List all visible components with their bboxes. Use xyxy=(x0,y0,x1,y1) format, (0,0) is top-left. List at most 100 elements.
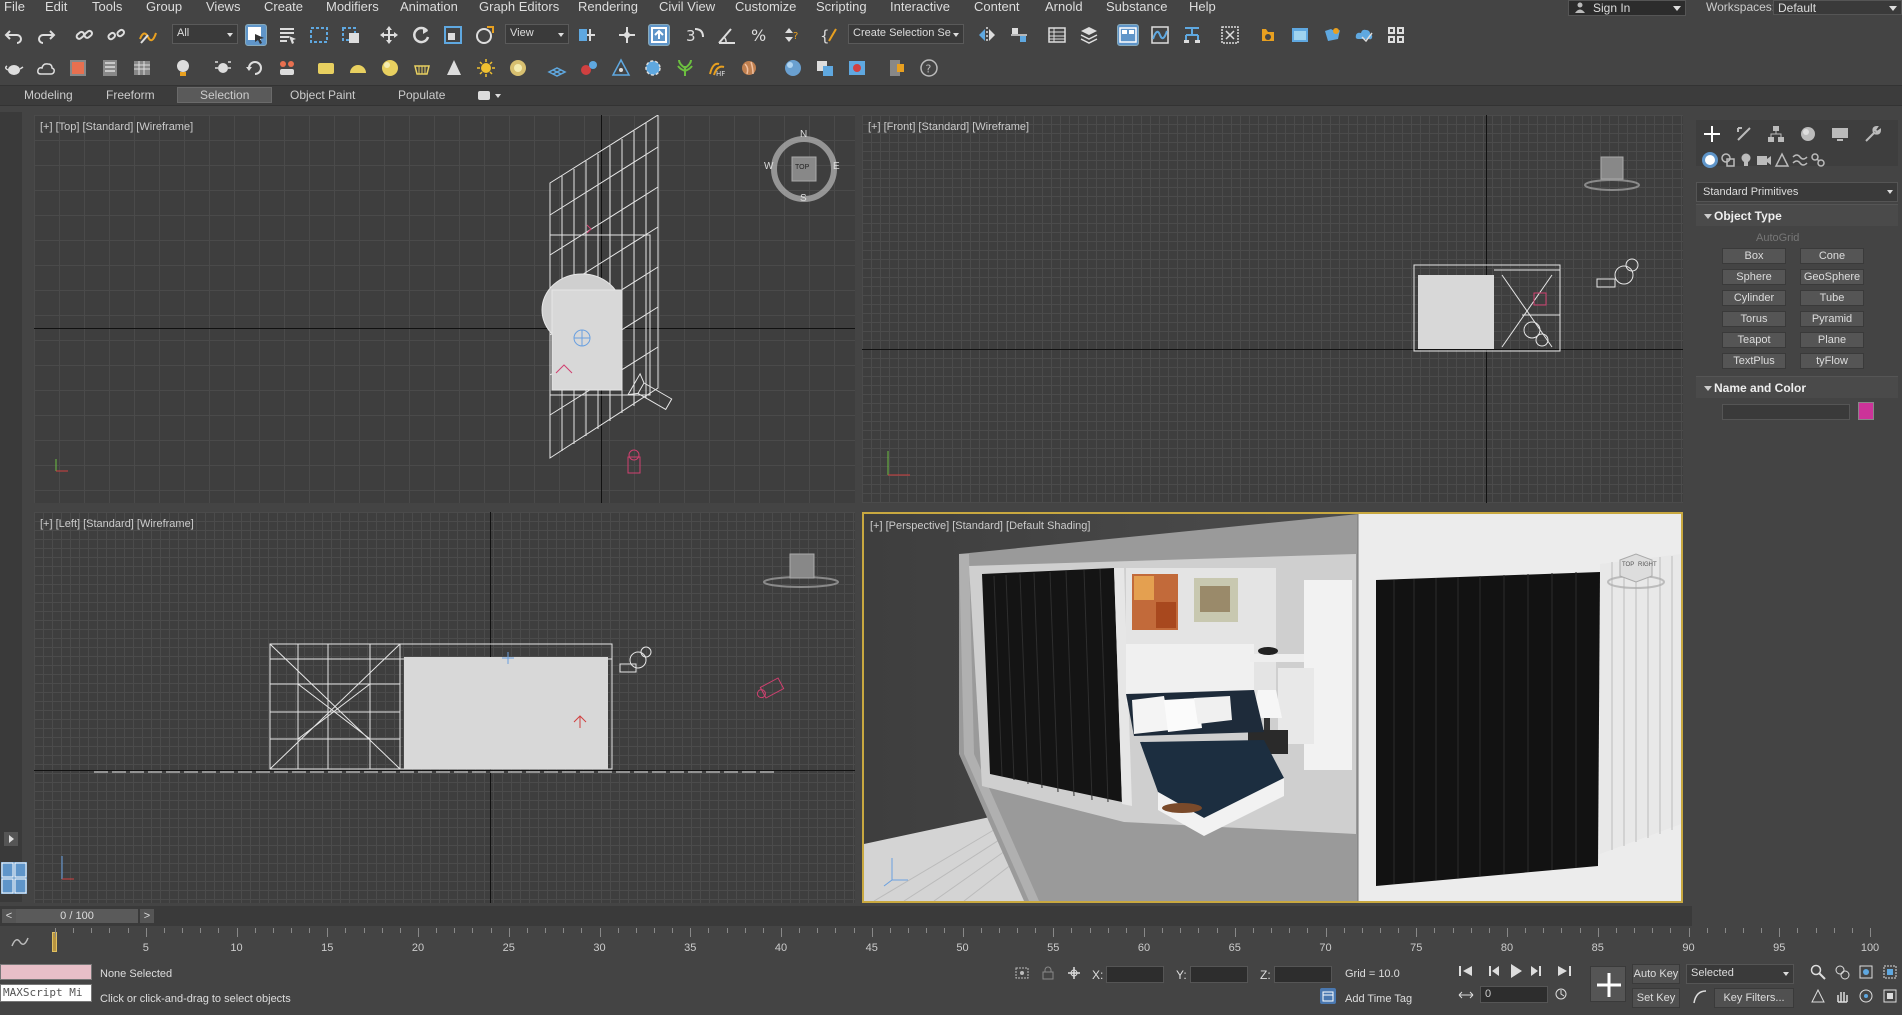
go-to-start-icon[interactable] xyxy=(1458,964,1474,978)
percent-snap-icon[interactable]: % xyxy=(748,24,770,46)
a360-gallery-icon[interactable] xyxy=(1385,24,1407,46)
hierarchy-tab-icon[interactable] xyxy=(1766,124,1786,144)
rectangular-selection-icon[interactable] xyxy=(308,24,330,46)
space-warps-category-icon[interactable] xyxy=(1792,152,1808,168)
play-icon[interactable] xyxy=(1508,963,1524,979)
edit-named-selection-icon[interactable]: { xyxy=(818,24,840,46)
previous-frame-icon[interactable] xyxy=(1484,964,1500,978)
cone-light-icon[interactable] xyxy=(443,57,465,79)
select-by-name-icon[interactable] xyxy=(276,24,298,46)
viewport-label[interactable]: [+] [Left] [Standard] [Wireframe] xyxy=(40,518,194,530)
bind-space-warp-icon[interactable] xyxy=(137,24,159,46)
tab-selection[interactable]: Selection xyxy=(177,87,273,103)
sun-icon[interactable] xyxy=(475,57,497,79)
textplus-button[interactable]: TextPlus xyxy=(1722,353,1786,369)
viewport-front[interactable]: [+] [Front] [Standard] [Wireframe] xyxy=(862,115,1683,503)
table-icon[interactable] xyxy=(131,57,153,79)
display-tab-icon[interactable] xyxy=(1830,124,1850,144)
menu-civil-view[interactable]: Civil View xyxy=(659,0,715,14)
viewport-label[interactable]: [+] [Top] [Standard] [Wireframe] xyxy=(40,121,193,133)
time-slider-thumb[interactable]: 0 / 100 xyxy=(16,909,138,923)
set-key-large-button[interactable] xyxy=(1590,966,1626,1002)
systems-category-icon[interactable] xyxy=(1810,152,1826,168)
object-color-swatch[interactable] xyxy=(1858,402,1874,420)
viewport-perspective[interactable]: [+] [Perspective] [Standard] [Default Sh… xyxy=(862,512,1683,903)
grid-object-icon[interactable] xyxy=(546,57,568,79)
workspace-dropdown[interactable]: Default xyxy=(1773,0,1902,15)
window-crossing-icon[interactable] xyxy=(340,24,362,46)
viewport-label[interactable]: [+] [Perspective] [Standard] [Default Sh… xyxy=(870,520,1090,532)
zoom-extents-all-icon[interactable] xyxy=(1882,964,1898,980)
move-icon[interactable] xyxy=(378,24,400,46)
chevron-down-icon[interactable] xyxy=(495,94,501,101)
help-icon[interactable]: ? xyxy=(918,57,940,79)
tab-modeling[interactable]: Modeling xyxy=(24,88,73,102)
box-button[interactable]: Box xyxy=(1722,248,1786,264)
basket-icon[interactable] xyxy=(411,57,433,79)
pyramid-button[interactable]: Pyramid xyxy=(1800,311,1864,327)
autogrid-checkbox-label[interactable]: AutoGrid xyxy=(1756,232,1799,244)
viewcube-compass[interactable]: N S E W TOP xyxy=(764,129,840,205)
viewcube[interactable]: TOP RIGHT xyxy=(1606,552,1666,592)
select-object-icon[interactable] xyxy=(245,24,267,46)
rendered-frame-window-icon[interactable] xyxy=(1289,24,1311,46)
absolute-mode-icon[interactable] xyxy=(1066,966,1082,980)
angle-snap-icon[interactable] xyxy=(716,24,738,46)
key-tangent-icon[interactable] xyxy=(1692,989,1708,1005)
next-frame-icon[interactable] xyxy=(1530,964,1546,978)
cycle-icon[interactable] xyxy=(244,57,266,79)
layer-manager-icon[interactable] xyxy=(886,57,908,79)
sky-dome-icon[interactable] xyxy=(507,57,529,79)
time-config-icon[interactable] xyxy=(1554,987,1568,1001)
menu-content[interactable]: Content xyxy=(974,0,1020,14)
dome-icon[interactable] xyxy=(347,57,369,79)
select-and-manipulate-icon[interactable] xyxy=(616,24,638,46)
x-coordinate-input[interactable] xyxy=(1106,966,1164,983)
gear-ball-icon[interactable] xyxy=(642,57,664,79)
cylinder-button[interactable]: Cylinder xyxy=(1722,290,1786,306)
toggle-scene-explorer-icon[interactable] xyxy=(1046,24,1068,46)
menu-scripting[interactable]: Scripting xyxy=(816,0,867,14)
menu-file[interactable]: File xyxy=(4,0,25,14)
menu-graph-editors[interactable]: Graph Editors xyxy=(479,0,559,14)
motion-tab-icon[interactable] xyxy=(1798,124,1818,144)
mirror-icon[interactable] xyxy=(976,24,998,46)
keyboard-shortcut-override-icon[interactable] xyxy=(648,24,670,46)
curve-editor-icon[interactable] xyxy=(1149,24,1171,46)
redo-icon[interactable] xyxy=(35,24,57,46)
menu-rendering[interactable]: Rendering xyxy=(578,0,638,14)
lights-category-icon[interactable] xyxy=(1738,152,1754,168)
menu-views[interactable]: Views xyxy=(206,0,240,14)
spinner-snap-icon[interactable]: ? xyxy=(780,24,802,46)
zoom-icon[interactable] xyxy=(1810,964,1826,980)
teapot-button[interactable]: Teapot xyxy=(1722,332,1786,348)
named-selection-set-dropdown[interactable]: Create Selection Se xyxy=(848,24,964,44)
placement-icon[interactable] xyxy=(474,24,496,46)
cloud-icon[interactable] xyxy=(35,57,57,79)
particle-icon[interactable] xyxy=(578,57,600,79)
light-lister-icon[interactable] xyxy=(172,57,194,79)
pan-hand-icon[interactable] xyxy=(1834,988,1850,1004)
material-editor-icon[interactable] xyxy=(1219,24,1241,46)
maxscript-mini-listener[interactable]: MAXScript Mi xyxy=(0,984,92,1002)
reference-coordinate-dropdown[interactable]: View xyxy=(505,24,569,44)
key-mode-dropdown[interactable]: Selected xyxy=(1686,964,1794,984)
viewcube[interactable] xyxy=(762,550,840,590)
teapot-icon[interactable] xyxy=(3,57,25,79)
shapes-category-icon[interactable] xyxy=(1720,152,1736,168)
scale-icon[interactable] xyxy=(442,24,464,46)
time-tag-icon[interactable] xyxy=(1320,988,1336,1004)
z-coordinate-input[interactable] xyxy=(1274,966,1332,983)
viewport-layout-icon[interactable] xyxy=(1,862,27,894)
menu-group[interactable]: Group xyxy=(146,0,182,14)
object-type-rollout-header[interactable]: Object Type xyxy=(1696,204,1898,226)
render-frame-icon[interactable] xyxy=(67,57,89,79)
toggle-layer-explorer-icon[interactable] xyxy=(1078,24,1100,46)
schematic-view-icon[interactable] xyxy=(1181,24,1203,46)
key-filters-button[interactable]: Key Filters... xyxy=(1714,988,1794,1008)
tab-object-paint[interactable]: Object Paint xyxy=(290,88,355,102)
modify-tab-icon[interactable] xyxy=(1734,124,1754,144)
sign-in-dropdown[interactable]: Sign In xyxy=(1568,0,1686,16)
plane-button[interactable]: Plane xyxy=(1800,332,1864,348)
pivot-center-icon[interactable] xyxy=(576,24,598,46)
